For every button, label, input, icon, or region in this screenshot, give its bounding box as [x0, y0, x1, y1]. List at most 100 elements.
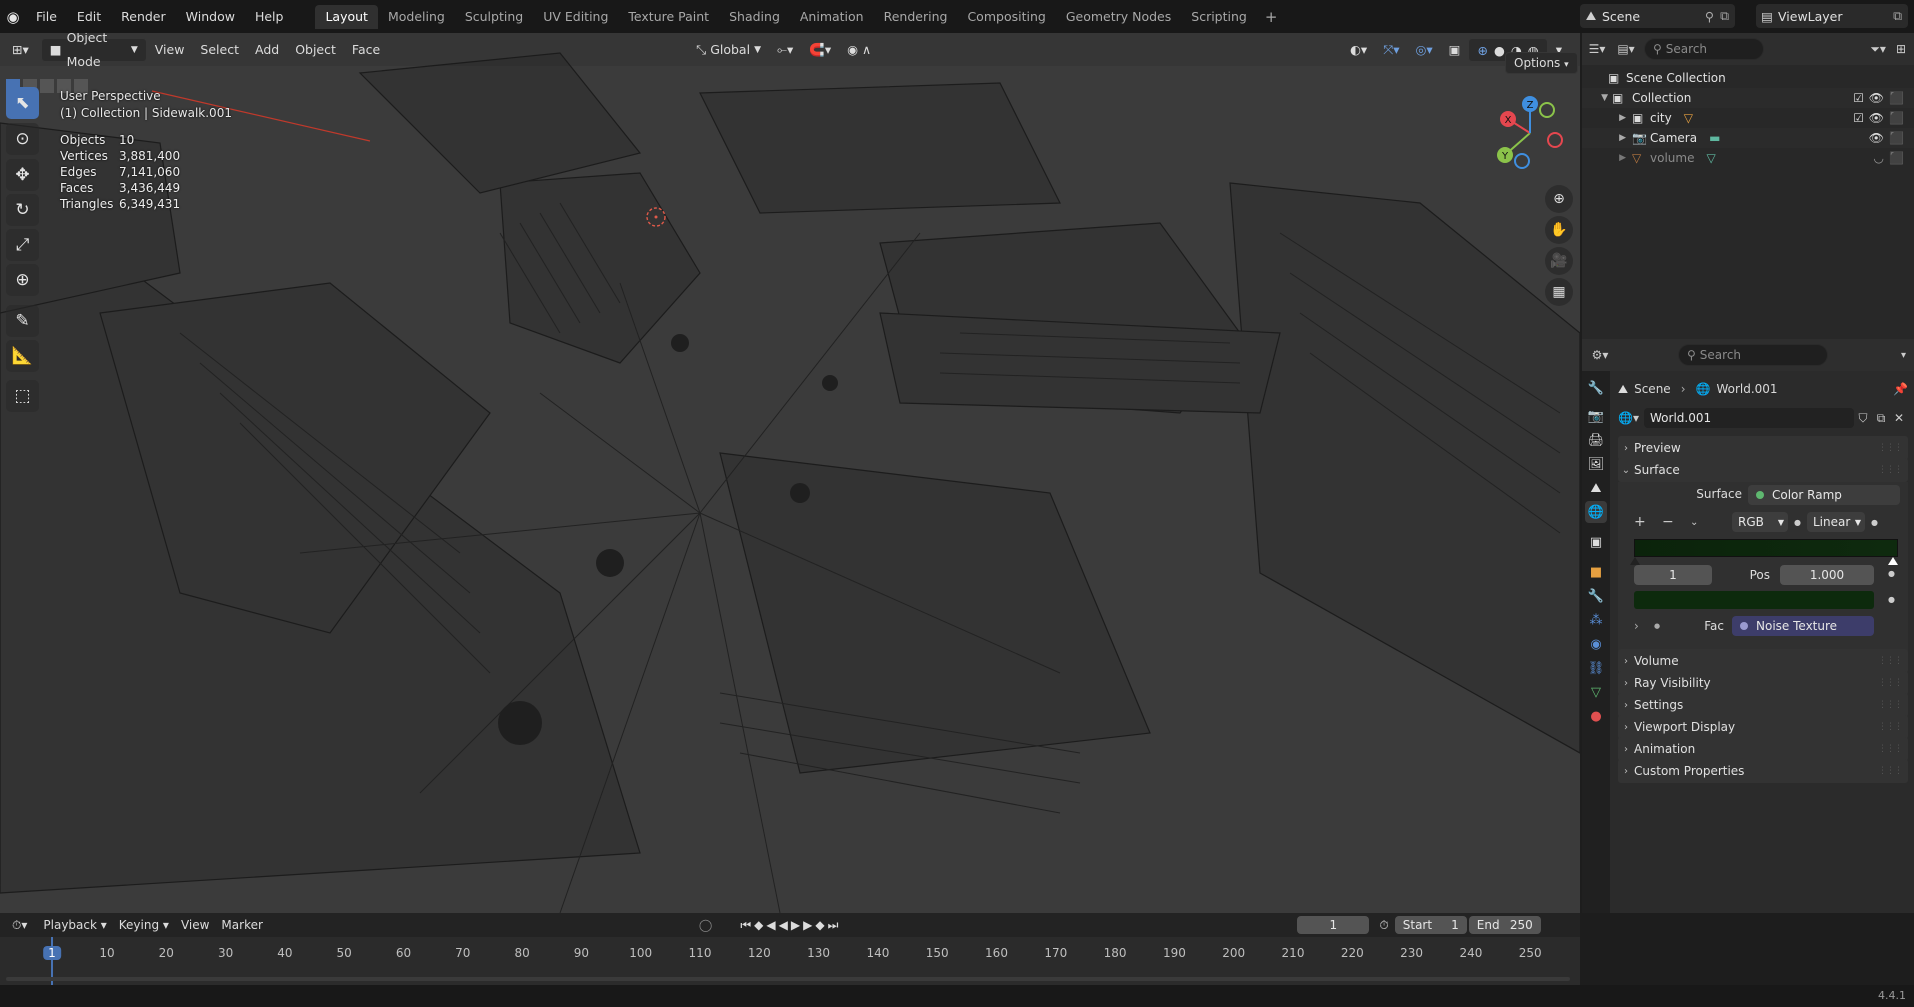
data-tab-icon[interactable]: ▽	[1585, 681, 1607, 703]
collection-tab-icon[interactable]: ▣	[1585, 531, 1607, 553]
color-mode-dropdown[interactable]: RGB ▼	[1732, 512, 1788, 532]
breadcrumb-scene[interactable]: Scene	[1634, 382, 1671, 396]
menu-render[interactable]: Render	[111, 0, 176, 33]
menu-view[interactable]: View	[147, 38, 193, 62]
timeline-editor[interactable]: ⏱▾ Playback ▾ Keying ▾ View Marker ◯ ⏮◆◀…	[0, 913, 1580, 985]
menu-add[interactable]: Add	[247, 38, 287, 62]
drag-grip-icon[interactable]: ⋮⋮⋮	[1878, 700, 1903, 710]
tool-transform[interactable]: ⊕	[6, 264, 39, 296]
constraints-tab-icon[interactable]: ⛓	[1585, 657, 1607, 679]
tool-scale[interactable]: ⤢	[6, 229, 39, 261]
render-tab-icon[interactable]: 📷	[1585, 405, 1607, 427]
chevron-down-icon[interactable]: ▾	[1901, 350, 1906, 361]
physics-tab-icon[interactable]: ◉	[1585, 633, 1607, 655]
eye-closed-icon[interactable]: ◡	[1874, 151, 1884, 165]
color-ramp-gradient[interactable]	[1634, 539, 1898, 557]
options-button[interactable]: Options ▾	[1505, 52, 1578, 74]
close-icon[interactable]: ✕	[1890, 411, 1908, 425]
checkbox-icon[interactable]: ☑	[1853, 111, 1864, 125]
pivot-icon[interactable]: ⟜▾	[769, 38, 801, 62]
solid-shading-icon[interactable]: ●	[1494, 39, 1505, 61]
stop-position-field[interactable]: 1.000	[1780, 565, 1874, 585]
camera-view-icon[interactable]: 🎥	[1545, 247, 1573, 275]
new-collection-icon[interactable]: ⊞	[1896, 42, 1906, 56]
pin-icon[interactable]: ⚲	[1705, 9, 1714, 24]
section-settings[interactable]: › Settings ⋮⋮⋮	[1618, 693, 1908, 717]
tool-add-cube[interactable]: ⬚	[6, 380, 39, 412]
tool-tab-icon[interactable]: 🔧	[1585, 377, 1607, 399]
timeline-scrollbar[interactable]	[6, 977, 1570, 981]
view-layer-tab-icon[interactable]: 🖼	[1585, 453, 1607, 475]
render-camera-icon[interactable]: ⬛	[1889, 151, 1904, 165]
section-volume[interactable]: › Volume ⋮⋮⋮	[1618, 649, 1908, 673]
outliner-row-camera[interactable]: ▶ 📷 Camera ▬ 👁 ⬛	[1582, 128, 1914, 148]
tab-geometry-nodes[interactable]: Geometry Nodes	[1056, 5, 1181, 29]
blender-logo-icon[interactable]: ◉	[0, 0, 26, 33]
perspective-grid-icon[interactable]: ▦	[1545, 278, 1573, 306]
fac-input-field[interactable]: Noise Texture	[1732, 616, 1874, 636]
proportional-edit-icon[interactable]: ◉ ∧	[839, 38, 879, 62]
drag-grip-icon[interactable]: ⋮⋮⋮	[1878, 744, 1903, 754]
select-subtract-icon[interactable]	[40, 79, 54, 93]
world-tab-icon[interactable]: 🌐	[1585, 501, 1607, 523]
new-view-layer-icon[interactable]: ⧉	[1893, 8, 1902, 24]
outliner-row-city[interactable]: ▶ ▣ city ▽ ☑ 👁 ⬛	[1582, 108, 1914, 128]
wireframe-shading-icon[interactable]: ⊕	[1477, 39, 1487, 61]
visibility-icon[interactable]: ◐▾	[1342, 38, 1375, 62]
menu-window[interactable]: Window	[176, 0, 245, 33]
drag-grip-icon[interactable]: ⋮⋮⋮	[1878, 443, 1903, 453]
tab-scripting[interactable]: Scripting	[1181, 5, 1257, 29]
ramp-stop-marker-active[interactable]	[1888, 557, 1898, 565]
remove-stop-button[interactable]: −	[1662, 514, 1690, 530]
outliner-row-scene-collection[interactable]: ▣ Scene Collection	[1582, 68, 1914, 88]
tab-layout[interactable]: Layout	[315, 4, 378, 29]
tab-compositing[interactable]: Compositing	[957, 5, 1055, 29]
ramp-stop-marker[interactable]	[1630, 557, 1640, 565]
render-camera-icon[interactable]: ⬛	[1889, 91, 1904, 105]
menu-select[interactable]: Select	[192, 38, 247, 62]
menu-edit[interactable]: Edit	[67, 0, 111, 33]
mode-dropdown[interactable]: ■ Object Mode ▼	[40, 33, 147, 69]
menu-help[interactable]: Help	[245, 0, 294, 33]
drag-grip-icon[interactable]: ⋮⋮⋮	[1878, 722, 1903, 732]
chevron-right-icon[interactable]: ▶	[1582, 133, 1626, 143]
section-animation[interactable]: › Animation ⋮⋮⋮	[1618, 737, 1908, 761]
eye-icon[interactable]: 👁	[1869, 111, 1884, 125]
pan-hand-icon[interactable]: ✋	[1545, 216, 1573, 244]
outliner-row-collection[interactable]: ▼ ▣ Collection ☑ 👁 ⬛	[1582, 88, 1914, 108]
chevron-right-icon[interactable]: ›	[1634, 619, 1654, 633]
tab-modeling[interactable]: Modeling	[378, 5, 455, 29]
material-tab-icon[interactable]: ●	[1585, 705, 1607, 727]
tab-animation[interactable]: Animation	[790, 5, 874, 29]
tool-cursor[interactable]: ⊙	[6, 123, 39, 155]
tool-measure[interactable]: 📐	[6, 340, 39, 372]
navigation-gizmo[interactable]: Z X Y	[1490, 93, 1570, 173]
transform-orientation-dropdown[interactable]: ⤡ Global ▼	[688, 38, 769, 62]
render-camera-icon[interactable]: ⬛	[1889, 131, 1904, 145]
frame-ruler[interactable]: 1 10 20 30 40 50 60 70 80 90 100 110 120 130 140 150 160…	[0, 913, 1580, 985]
object-tab-icon[interactable]: ■	[1585, 561, 1607, 583]
tab-texture-paint[interactable]: Texture Paint	[618, 5, 719, 29]
tool-select-box[interactable]: ⬉	[6, 87, 39, 119]
stop-index-field[interactable]: 1	[1634, 565, 1712, 585]
outliner-editor-icon[interactable]: ☰▾	[1582, 42, 1612, 56]
section-preview[interactable]: › Preview ⋮⋮⋮	[1618, 436, 1908, 460]
chevron-right-icon[interactable]: ▶	[1582, 113, 1626, 123]
scene-tab-icon[interactable]: ⛰	[1585, 477, 1607, 499]
output-tab-icon[interactable]: 🖨	[1585, 429, 1607, 451]
snap-icon[interactable]: 🧲▾	[801, 38, 839, 62]
drag-grip-icon[interactable]: ⋮⋮⋮	[1878, 656, 1903, 666]
chevron-right-icon[interactable]: ▶	[1582, 153, 1626, 163]
render-camera-icon[interactable]: ⬛	[1889, 111, 1904, 125]
eye-icon[interactable]: 👁	[1869, 91, 1884, 105]
stop-color-swatch[interactable]	[1634, 591, 1874, 609]
ramp-options-chevron-icon[interactable]: ⌄	[1690, 517, 1718, 528]
duplicate-icon[interactable]: ⧉	[1872, 411, 1890, 426]
properties-editor-icon[interactable]: ⚙▾	[1582, 348, 1618, 362]
tool-move[interactable]: ✥	[6, 159, 39, 191]
world-browse-icon[interactable]: 🌐▾	[1618, 411, 1644, 425]
chevron-down-icon[interactable]: ▼	[1582, 93, 1608, 103]
add-stop-button[interactable]: +	[1634, 514, 1662, 530]
tab-shading[interactable]: Shading	[719, 5, 790, 29]
gizmo-toggle-icon[interactable]: ⤧▾	[1375, 38, 1407, 62]
